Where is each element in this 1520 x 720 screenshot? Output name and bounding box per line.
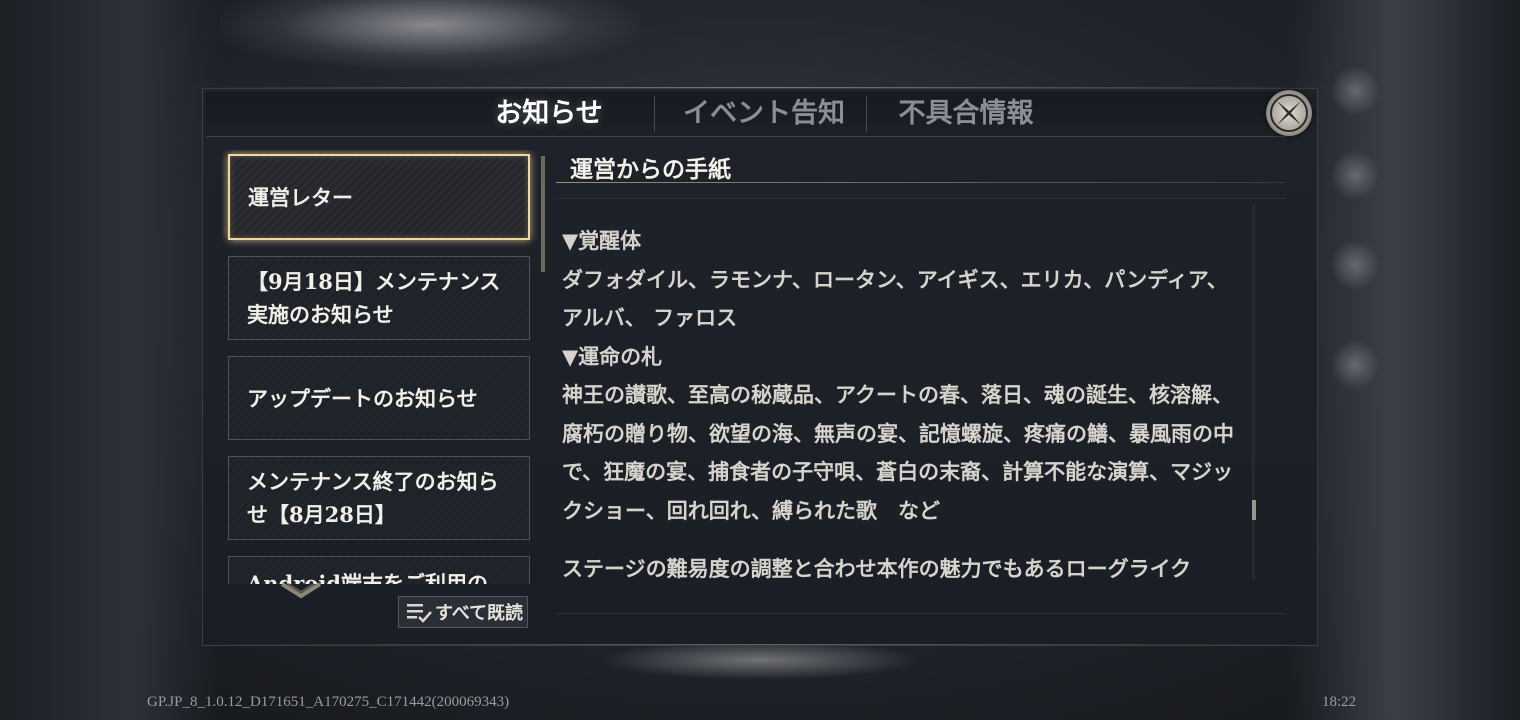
content-scrollbar-track[interactable] bbox=[1252, 204, 1255, 580]
background-hud-icon bbox=[1330, 340, 1380, 390]
close-button[interactable] bbox=[1266, 90, 1312, 136]
background-left bbox=[0, 0, 220, 720]
content-title: 運営からの手紙 bbox=[570, 156, 731, 183]
mark-all-read-label: すべて既読 bbox=[435, 603, 524, 624]
version-text: GP.JP_8_1.0.12_D171651_A170275_C171442(2… bbox=[147, 694, 510, 710]
background-hud-icon bbox=[1330, 66, 1380, 116]
paragraph-fate-cards-list: 神王の讃歌、至高の秘蔵品、アクートの春、落日、魂の誕生、核溶解、腐朽の贈り物、欲… bbox=[562, 382, 1234, 523]
frame-line-bottom bbox=[178, 644, 1342, 645]
paragraph-awakened-list: ダフォダイル、ラモンナ、ロータン、アイギス、エリカ、パンディア、アルバ、 ファロ… bbox=[562, 266, 1228, 331]
tab-event-notices[interactable]: イベント告知 bbox=[666, 92, 862, 136]
background-hud-icon bbox=[1330, 240, 1380, 290]
background-hud-icon bbox=[1330, 150, 1380, 200]
list-scrollbar[interactable] bbox=[541, 156, 545, 272]
notice-item-android[interactable]: Android端末をご利用の bbox=[228, 556, 530, 584]
background-right bbox=[1290, 0, 1520, 720]
chevron-down-icon[interactable] bbox=[278, 580, 324, 602]
background-glow-bottom bbox=[600, 640, 920, 680]
content-title-rule bbox=[556, 182, 1286, 183]
tab-notices[interactable]: お知らせ bbox=[474, 92, 624, 136]
clock-text: 18:22 bbox=[1322, 694, 1357, 710]
mark-all-read-button[interactable]: すべて既読 bbox=[398, 596, 528, 628]
paragraph-difficulty: ステージの難易度の調整と合わせ本作の魅力でもあるローグライク bbox=[562, 556, 1192, 581]
section-heading-awakened: ▼覚醒体 bbox=[562, 228, 642, 253]
tab-bar: お知らせ イベント告知 不具合情報 bbox=[206, 92, 1286, 137]
close-icon bbox=[1270, 94, 1308, 132]
section-heading-fate-cards: ▼運命の札 bbox=[562, 343, 663, 369]
content-body[interactable]: ▼覚醒体 ダフォダイル、ラモンナ、ロータン、アイギス、エリカ、パンディア、アルバ… bbox=[562, 222, 1248, 584]
content-divider bbox=[556, 198, 1286, 199]
tab-separator bbox=[654, 96, 655, 132]
tab-separator bbox=[866, 96, 867, 132]
content-scrollbar-thumb[interactable] bbox=[1252, 500, 1256, 520]
notice-item-maintenance-end-0828[interactable]: メンテナンス終了のお知らせ【8月28日】 bbox=[228, 456, 530, 540]
content-bottom-divider bbox=[556, 613, 1286, 614]
notice-item-update[interactable]: アップデートのお知らせ bbox=[228, 356, 530, 440]
mark-all-read-icon bbox=[407, 604, 432, 623]
notice-item-operation-letter[interactable]: 運営レター bbox=[228, 154, 530, 240]
tab-bug-info[interactable]: 不具合情報 bbox=[886, 92, 1046, 136]
background-glow-top bbox=[220, 0, 640, 70]
notice-list[interactable]: 運営レター 【9月18日】メンテナンス実施のお知らせ アップデートのお知らせ メ… bbox=[222, 150, 538, 584]
notice-item-maintenance-0918[interactable]: 【9月18日】メンテナンス実施のお知らせ bbox=[228, 256, 530, 340]
